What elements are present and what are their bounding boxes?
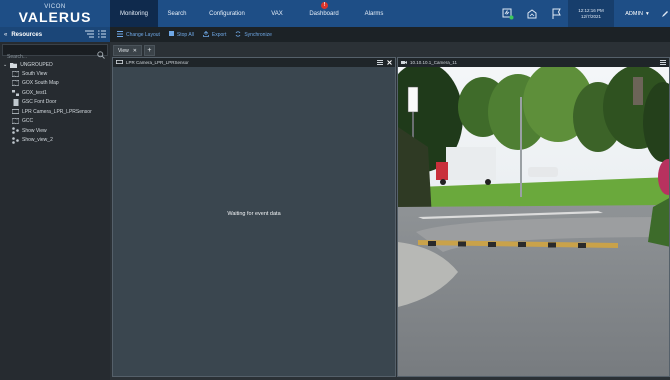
main-nav: Monitoring Search Configuration VAX ! Da… bbox=[110, 0, 396, 27]
view-tab-label: View bbox=[118, 47, 129, 54]
sync-icon bbox=[235, 30, 241, 39]
tree-item-label: GOX South Map bbox=[22, 80, 59, 87]
tree-item-label: GSC Font Door bbox=[22, 99, 57, 106]
logo: VICON VALERUS bbox=[0, 0, 110, 27]
chevron-down-icon: ⌄ bbox=[3, 61, 8, 68]
close-icon[interactable]: ✕ bbox=[133, 48, 137, 54]
lpr-pane-title: LPR Camera_LPR_LPRSensor bbox=[126, 60, 189, 65]
search-icon[interactable] bbox=[97, 46, 105, 64]
resource-tree: ⌄ UNGROUPED South View GOX South Map GOX… bbox=[0, 60, 110, 145]
top-bar: VICON VALERUS Monitoring Search Configur… bbox=[0, 0, 670, 27]
tree-item-show-view-2[interactable]: Show_view_2 bbox=[0, 136, 110, 146]
tree-item-gsc-font-door[interactable]: GSC Font Door bbox=[0, 98, 110, 108]
tree-item-label: LPR Camera_LPR_LPRSensor bbox=[22, 108, 92, 115]
add-view-button[interactable]: + bbox=[143, 45, 155, 56]
sidebar-header: « Resources bbox=[0, 27, 110, 42]
user-menu[interactable]: ADMIN ▾ bbox=[614, 0, 660, 27]
layout-grid-icon bbox=[117, 30, 123, 39]
resource-search-input[interactable] bbox=[3, 52, 107, 62]
camera-video-feed[interactable] bbox=[398, 67, 670, 377]
nav-tab-configuration[interactable]: Configuration bbox=[196, 0, 258, 27]
lpr-pane-header: LPR Camera_LPR_LPRSensor bbox=[113, 58, 395, 67]
tree-item-label: South View bbox=[22, 70, 48, 77]
nav-tab-dashboard-label: Dashboard bbox=[309, 10, 339, 17]
nav-tab-vax[interactable]: VAX bbox=[258, 0, 296, 27]
chevron-down-icon: ▾ bbox=[645, 10, 649, 17]
tree-item-show-view[interactable]: Show View bbox=[0, 126, 110, 136]
export-icon bbox=[202, 30, 209, 39]
logo-brand-name: VALERUS bbox=[18, 8, 92, 25]
tree-item-lpr-camera[interactable]: LPR Camera_LPR_LPRSensor bbox=[0, 107, 110, 117]
camera-pane: 10.10.10.1_Camera_11 bbox=[397, 57, 670, 377]
resources-sidebar: « Resources ⌄ UNGROU bbox=[0, 27, 110, 380]
stop-all-label: Stop All bbox=[176, 31, 194, 38]
nav-tab-monitoring[interactable]: Monitoring bbox=[110, 0, 158, 27]
stop-all-button[interactable]: Stop All bbox=[168, 31, 194, 38]
resource-search bbox=[2, 44, 108, 62]
clock-date: 12/7/2021 bbox=[580, 13, 602, 19]
door-icon bbox=[12, 98, 19, 106]
map-icon bbox=[12, 80, 19, 87]
sidebar-title: Resources bbox=[11, 31, 43, 38]
view-icon bbox=[12, 136, 19, 144]
camera-group-icon bbox=[12, 89, 19, 96]
synchronize-button[interactable]: Synchronize bbox=[235, 30, 272, 39]
tree-item-gox-test1[interactable]: GOX_test1 bbox=[0, 88, 110, 98]
tree-item-label: Show_view_2 bbox=[22, 137, 53, 144]
datetime-display: 12:12:16 PM 12/7/2021 bbox=[568, 0, 614, 27]
map-icon bbox=[12, 118, 19, 125]
map-icon bbox=[12, 70, 19, 77]
pane-menu-icon[interactable] bbox=[660, 59, 666, 66]
export-label: Export bbox=[211, 31, 227, 38]
export-button[interactable]: Export bbox=[202, 30, 227, 39]
tree-item-south-view[interactable]: South View bbox=[0, 69, 110, 79]
tree-item-label: Show View bbox=[22, 127, 47, 134]
dashboard-alert-badge: ! bbox=[321, 2, 328, 9]
camera-pane-title: 10.10.10.1_Camera_11 bbox=[410, 60, 457, 65]
monitoring-toolbar: Change Layout Stop All Export Synchroniz… bbox=[110, 27, 670, 42]
lpr-sensor-icon bbox=[116, 60, 123, 65]
flag-icon[interactable] bbox=[544, 0, 568, 27]
tree-group-label: UNGROUPED bbox=[20, 61, 53, 68]
close-icon[interactable] bbox=[387, 59, 392, 66]
view-icon bbox=[12, 127, 19, 135]
filter-icon[interactable] bbox=[85, 30, 94, 40]
top-right-controls: 12:12:16 PM 12/7/2021 ADMIN ▾ bbox=[496, 0, 670, 27]
app-window: VICON VALERUS Monitoring Search Configur… bbox=[0, 0, 670, 380]
folder-icon bbox=[10, 61, 18, 68]
export-queue-icon[interactable] bbox=[520, 0, 544, 27]
collapse-sidebar-icon[interactable]: « bbox=[4, 32, 7, 38]
nav-tab-alarms[interactable]: Alarms bbox=[352, 0, 396, 27]
edit-icon[interactable] bbox=[660, 0, 670, 27]
lpr-pane: LPR Camera_LPR_LPRSensor Waiting for eve… bbox=[112, 57, 396, 377]
stop-icon bbox=[168, 31, 174, 38]
camera-pane-header: 10.10.10.1_Camera_11 bbox=[398, 58, 669, 67]
list-view-icon[interactable] bbox=[98, 30, 106, 40]
user-name: ADMIN bbox=[625, 10, 643, 17]
change-layout-button[interactable]: Change Layout bbox=[117, 30, 160, 39]
lpr-sensor-icon bbox=[12, 108, 19, 115]
system-health-icon[interactable] bbox=[496, 0, 520, 27]
tree-item-label: GCC bbox=[22, 118, 34, 125]
view-tab[interactable]: View ✕ bbox=[113, 45, 142, 56]
synchronize-label: Synchronize bbox=[244, 31, 272, 38]
nav-tab-dashboard[interactable]: ! Dashboard bbox=[296, 0, 352, 27]
change-layout-label: Change Layout bbox=[126, 31, 160, 38]
camera-icon bbox=[401, 60, 407, 66]
nav-tab-search[interactable]: Search bbox=[158, 0, 196, 27]
view-tab-bar: View ✕ + bbox=[110, 42, 670, 56]
tree-item-label: GOX_test1 bbox=[22, 89, 47, 96]
waiting-message: Waiting for event data bbox=[227, 211, 281, 217]
tree-item-gox-south-map[interactable]: GOX South Map bbox=[0, 79, 110, 89]
tree-item-gcc[interactable]: GCC bbox=[0, 117, 110, 127]
pane-menu-icon[interactable] bbox=[377, 59, 383, 66]
